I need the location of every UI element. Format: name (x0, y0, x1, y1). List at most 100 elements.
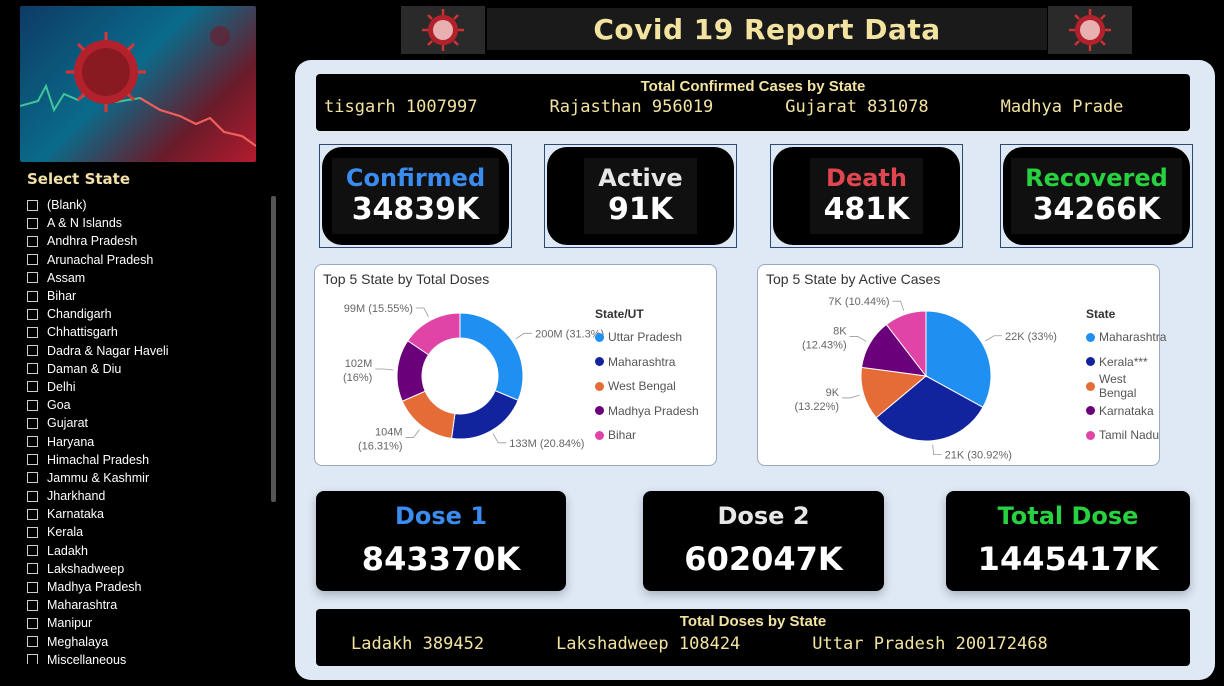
virus-icon-right (1048, 6, 1132, 54)
checkbox[interactable] (27, 345, 38, 357)
slicer-item[interactable]: Manipur (22, 614, 280, 632)
slicer-item[interactable]: Goa (22, 396, 280, 414)
legend-item[interactable]: West Bengal (595, 374, 699, 399)
legend-item[interactable]: Maharashtra (1086, 325, 1166, 350)
slicer-item[interactable]: Meghalaya (22, 633, 280, 651)
kpi-card: Recovered 34266K (1003, 147, 1190, 245)
slicer-item[interactable]: Lakshadweep (22, 560, 280, 578)
dose2-card[interactable]: Dose 2 602047K (643, 491, 884, 591)
slicer-item-label: Manipur (47, 616, 93, 631)
checkbox[interactable] (27, 254, 38, 266)
top5-doses-chart[interactable]: 200M (31.3%) 133M (20.84%) 104M (16.31%) 102… (314, 264, 717, 466)
data-label: 9K (826, 387, 840, 399)
slicer-scrollbar[interactable] (271, 196, 276, 502)
slicer-item[interactable]: Delhi (22, 378, 280, 396)
slicer-item[interactable]: Jammu & Kashmir (22, 469, 280, 487)
slicer-item[interactable]: Madhya Pradesh (22, 578, 280, 596)
slicer-item[interactable]: Arunachal Pradesh (22, 251, 280, 269)
slicer-item[interactable]: Karnataka (22, 505, 280, 523)
kpi-death[interactable]: Death 481K (770, 144, 963, 248)
pie-slice[interactable] (459, 312, 524, 401)
checkbox[interactable] (27, 563, 38, 575)
slicer-item-label: Andhra Pradesh (47, 234, 138, 249)
slicer-item-label: Haryana (47, 434, 95, 449)
slicer-item[interactable]: Assam (22, 269, 280, 287)
title-bar: Covid 19 Report Data (487, 8, 1047, 50)
legend-label: Maharashtra (608, 354, 676, 369)
dose-label: Dose 1 (394, 502, 488, 530)
slicer-item[interactable]: A & N Islands (22, 214, 280, 232)
slicer-item[interactable]: Daman & Diu (22, 360, 280, 378)
checkbox[interactable] (27, 599, 38, 611)
ticker-item: Gujarat 831078 (785, 97, 929, 117)
legend-item[interactable]: Maharashtra (595, 350, 699, 375)
kpi-confirmed[interactable]: Confirmed 34839K (319, 144, 512, 248)
slicer-item-label: Assam (47, 270, 86, 285)
checkbox[interactable] (27, 272, 38, 284)
slicer-item[interactable]: Himachal Pradesh (22, 451, 280, 469)
checkbox[interactable] (27, 617, 38, 629)
top5-active-chart[interactable]: 22K (33%) 21K (30.92%) 9K (13.22%) 8K (12.43%… (757, 264, 1166, 466)
legend-item[interactable]: West Bengal (1086, 372, 1166, 400)
slicer-item[interactable]: Ladakh (22, 542, 280, 560)
checkbox[interactable] (27, 381, 38, 393)
leader-line (375, 368, 394, 371)
data-label: 99M (15.55%) (344, 303, 413, 315)
data-label: 104M (375, 426, 403, 438)
checkbox[interactable] (27, 581, 38, 593)
checkbox[interactable] (27, 290, 38, 302)
legend-item[interactable]: Karnataka (1086, 399, 1166, 424)
legend-item[interactable]: Uttar Pradesh (595, 325, 699, 350)
slicer-item[interactable]: Andhra Pradesh (22, 232, 280, 250)
dose-label: Total Dose (997, 502, 1139, 530)
slicer-item[interactable]: (Blank) (22, 196, 280, 214)
slicer-item[interactable]: Dadra & Nagar Haveli (22, 342, 280, 360)
slicer-item-label: Goa (47, 398, 71, 413)
checkbox[interactable] (27, 436, 38, 448)
kpi-recovered[interactable]: Recovered 34266K (1000, 144, 1193, 248)
checkbox[interactable] (27, 399, 38, 411)
checkbox[interactable] (27, 545, 38, 557)
checkbox[interactable] (27, 490, 38, 502)
slicer-item[interactable]: Maharashtra (22, 596, 280, 614)
checkbox[interactable] (27, 363, 38, 375)
legend-item[interactable]: Bihar (595, 423, 699, 448)
ticker-item: tisgarh 1007997 (324, 97, 478, 117)
ticker-item: Madhya Prade (1000, 97, 1124, 117)
ticker-items: Ladakh 389452 Lakshadweep 108424 Uttar Pra… (316, 634, 1190, 654)
slicer-item-label: Madhya Pradesh (47, 580, 142, 595)
slicer-item[interactable]: Chandigarh (22, 305, 280, 323)
slicer-item[interactable]: Jharkhand (22, 487, 280, 505)
checkbox[interactable] (27, 654, 38, 664)
checkbox[interactable] (27, 526, 38, 538)
legend-label: Maharashtra (1099, 330, 1167, 345)
pie-slice[interactable] (450, 389, 519, 440)
data-label: 8K (833, 325, 847, 337)
slicer-item[interactable]: Bihar (22, 287, 280, 305)
checkbox[interactable] (27, 472, 38, 484)
legend-item[interactable]: Tamil Nadu (1086, 423, 1166, 448)
kpi-value: 34839K (351, 192, 480, 227)
leader-line (515, 332, 533, 340)
slicer-item[interactable]: Chhattisgarh (22, 323, 280, 341)
legend-item[interactable]: Kerala*** (1086, 350, 1166, 375)
checkbox[interactable] (27, 326, 38, 338)
slicer-item[interactable]: Haryana (22, 432, 280, 450)
slicer-item[interactable]: Kerala (22, 523, 280, 541)
checkbox[interactable] (27, 308, 38, 320)
leader-line (849, 336, 867, 342)
legend-label: Tamil Nadu (1099, 428, 1160, 443)
checkbox[interactable] (27, 508, 38, 520)
checkbox[interactable] (27, 417, 38, 429)
checkbox[interactable] (27, 217, 38, 229)
slicer-item[interactable]: Gujarat (22, 414, 280, 432)
legend-item[interactable]: Madhya Pradesh (595, 399, 699, 424)
checkbox[interactable] (27, 454, 38, 466)
total-dose-card[interactable]: Total Dose 1445417K (946, 491, 1190, 591)
slicer-item[interactable]: Miscellaneous (22, 651, 280, 664)
checkbox[interactable] (27, 636, 38, 648)
checkbox[interactable] (27, 235, 38, 247)
kpi-active[interactable]: Active 91K (544, 144, 737, 248)
checkbox[interactable] (27, 199, 38, 211)
dose1-card[interactable]: Dose 1 843370K (316, 491, 566, 591)
